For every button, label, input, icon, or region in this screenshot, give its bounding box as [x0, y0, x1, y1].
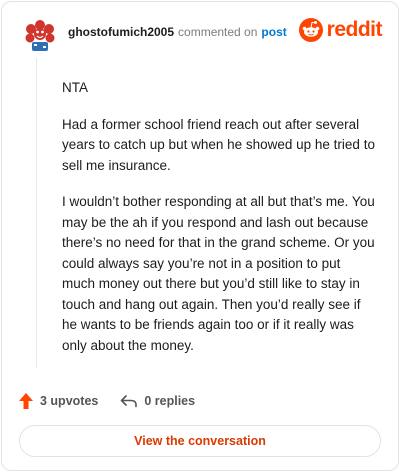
- comment-header: ghostofumich2005 commented on post reddi…: [18, 16, 383, 56]
- reddit-logo-icon: [298, 18, 323, 42]
- reddit-wordmark: reddit: [326, 18, 383, 41]
- comment-body: NTA Had a former school friend reach out…: [62, 78, 376, 372]
- comment-meta: ghostofumich2005 commented on post: [68, 25, 287, 39]
- comment-paragraph: Had a former school friend reach out aft…: [62, 116, 375, 173]
- commented-on-text: commented on: [178, 25, 258, 39]
- view-conversation-button[interactable]: View the conversation: [19, 425, 381, 457]
- thread-line: [36, 58, 37, 368]
- comment-actions: 3 upvotes 0 replies: [18, 391, 195, 411]
- avatar-icon[interactable]: [22, 18, 58, 54]
- reply-button[interactable]: 0 replies: [120, 394, 195, 408]
- upvote-button[interactable]: 3 upvotes: [18, 392, 98, 410]
- comment-paragraph: I wouldn’t bother responding at all but …: [62, 194, 375, 353]
- comment-paragraph: NTA: [62, 80, 88, 95]
- reply-count: 0 replies: [144, 394, 196, 408]
- reddit-brand[interactable]: reddit: [298, 18, 383, 42]
- comment-embed-card: ghostofumich2005 commented on post reddi…: [1, 1, 399, 471]
- post-link[interactable]: post: [261, 25, 286, 39]
- username-link[interactable]: ghostofumich2005: [68, 25, 174, 39]
- upvote-arrow-icon: [19, 393, 33, 409]
- reply-arrow-icon: [121, 395, 138, 408]
- upvote-count: 3 upvotes: [40, 394, 99, 408]
